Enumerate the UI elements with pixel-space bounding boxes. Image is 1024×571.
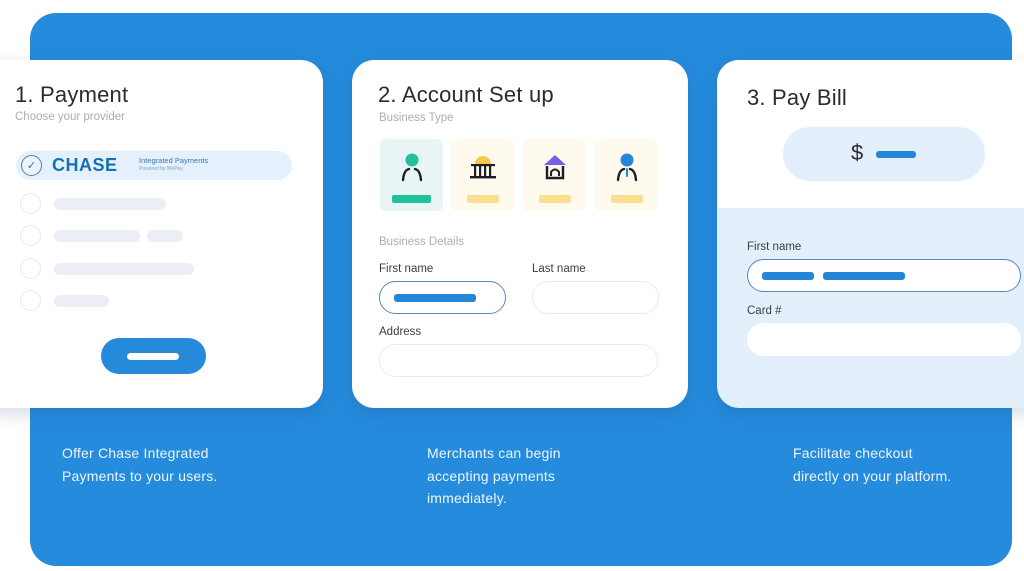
tile-label-placeholder (467, 195, 499, 203)
person-tie-icon (616, 153, 638, 182)
button-label-placeholder (127, 353, 179, 360)
business-details-label: Business Details (379, 236, 465, 248)
amount-value-placeholder (876, 151, 916, 158)
payment-caption: Offer Chase Integrated Payments to your … (62, 442, 218, 487)
provider-placeholder (147, 230, 183, 242)
radio-button[interactable] (20, 290, 41, 311)
business-type-individual[interactable] (380, 139, 443, 211)
payment-subtitle: Choose your provider (15, 111, 125, 123)
radio-button[interactable] (20, 258, 41, 279)
person-icon (401, 153, 423, 182)
check-icon: ✓ (21, 155, 42, 176)
field-value-placeholder (394, 294, 476, 302)
dollar-icon: $ (851, 140, 864, 165)
provider-placeholder (54, 198, 166, 210)
first-name-field[interactable] (379, 281, 506, 314)
business-type-bank[interactable] (451, 139, 514, 211)
bank-icon (470, 156, 496, 179)
radio-button[interactable] (20, 225, 41, 246)
caption-line: Offer Chase Integrated (62, 445, 209, 461)
account-setup-title: 2. Account Set up (378, 82, 554, 107)
provider-option[interactable] (20, 258, 270, 280)
field-value-placeholder (823, 272, 905, 280)
chase-logo: CHASE (52, 155, 118, 175)
caption-line: Payments to your users. (62, 467, 218, 484)
provider-option[interactable] (20, 193, 270, 215)
chase-tagline: Integrated Payments (139, 156, 209, 165)
business-type-label: Business Type (379, 112, 454, 124)
card-first-name-label: First name (747, 241, 802, 253)
first-name-label: First name (379, 263, 434, 275)
provider-placeholder (54, 230, 140, 242)
last-name-field[interactable] (532, 281, 659, 314)
payment-title: 1. Payment (15, 82, 129, 107)
address-field[interactable] (379, 344, 658, 377)
pay-bill-caption: Facilitate checkout directly on your pla… (793, 442, 951, 487)
caption-line: immediately. (427, 490, 507, 506)
account-setup-card: 2. Account Set up Business Type Business… (352, 60, 688, 408)
payment-card: 1. Payment Choose your provider ✓ CHASE … (0, 60, 323, 408)
card-number-field[interactable] (747, 323, 1021, 356)
caption-line: accepting payments (427, 467, 556, 484)
amount-display: $ (783, 127, 985, 181)
card-first-name-field[interactable] (747, 259, 1021, 292)
caption-line: Merchants can begin (427, 445, 561, 461)
provider-placeholder (54, 263, 194, 275)
caption-line: directly on your platform. (793, 467, 952, 484)
continue-button[interactable] (101, 338, 206, 374)
last-name-label: Last name (532, 263, 586, 275)
provider-placeholder (54, 295, 109, 307)
account-setup-caption: Merchants can begin accepting payments i… (427, 442, 561, 510)
tile-label-placeholder (539, 195, 571, 203)
card-number-label: Card # (747, 305, 782, 317)
field-value-placeholder (762, 272, 814, 280)
radio-button[interactable] (20, 193, 41, 214)
caption-line: Facilitate checkout (793, 445, 913, 461)
provider-option[interactable] (20, 290, 270, 312)
house-icon (544, 155, 566, 180)
pay-bill-card: 3. Pay Bill $ First name Card # (717, 60, 1024, 408)
powered-by-text: Powered by WePay (139, 166, 183, 172)
tile-label-placeholder (392, 195, 431, 203)
address-label: Address (379, 326, 422, 338)
provider-option[interactable] (20, 225, 270, 247)
business-type-professional[interactable] (595, 139, 658, 211)
business-type-home[interactable] (523, 139, 586, 211)
provider-option-chase[interactable]: ✓ CHASE Integrated Payments Powered by W… (16, 151, 292, 180)
pay-bill-title: 3. Pay Bill (747, 85, 848, 110)
tile-label-placeholder (611, 195, 643, 203)
